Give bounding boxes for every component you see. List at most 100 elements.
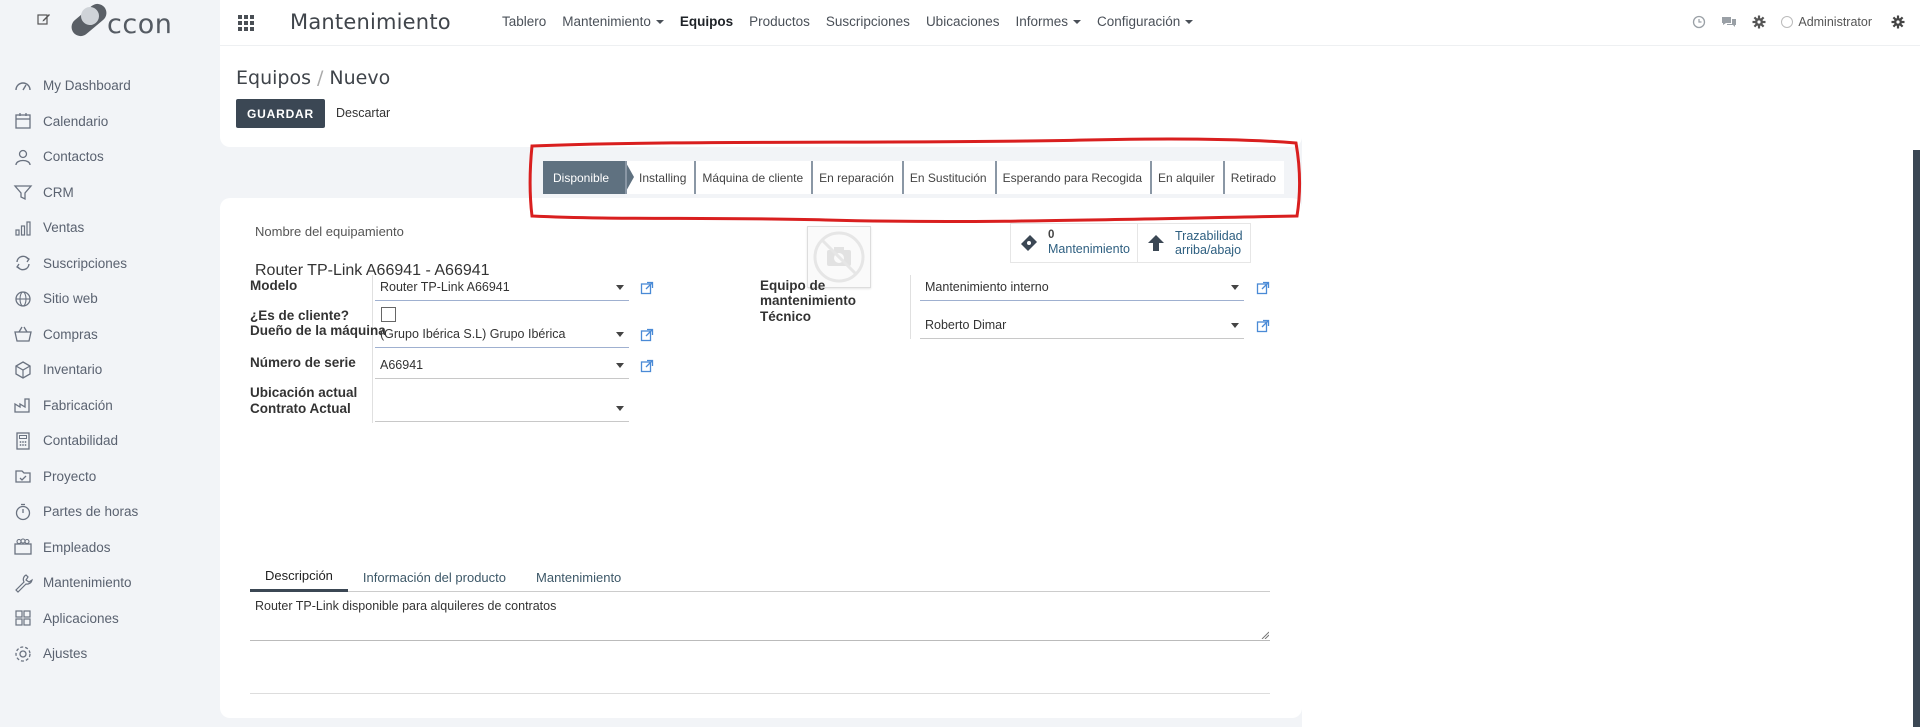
external-link-icon[interactable] [640, 359, 654, 373]
app-title[interactable]: Mantenimiento [290, 10, 451, 34]
sidebar-item-label: Contactos [43, 149, 104, 165]
sidebar-item-sitio-web[interactable]: Sitio web [0, 281, 220, 317]
menu-item-productos[interactable]: Productos [749, 14, 810, 29]
external-link-icon[interactable] [640, 281, 654, 295]
stage-retirado[interactable]: Retirado [1222, 161, 1284, 194]
chat-messages-icon[interactable] [1721, 14, 1737, 30]
external-link-icon[interactable] [1256, 281, 1270, 295]
edit-icon[interactable] [37, 12, 51, 26]
stage-en-alquiler[interactable]: En alquiler [1150, 161, 1223, 194]
stage-installing[interactable]: Installing [625, 161, 694, 194]
stage-en-reparacion[interactable]: En reparación [811, 161, 902, 194]
external-link-icon[interactable] [1256, 319, 1270, 333]
sidebar-item-proyecto[interactable]: Proyecto [0, 459, 220, 495]
status-bar: Disponible Installing Máquina de cliente… [543, 161, 1285, 194]
ticket-icon [1021, 235, 1037, 251]
sidebar-item-label: Sitio web [43, 291, 98, 307]
menu-item-configuracion[interactable]: Configuración [1097, 14, 1194, 29]
tecnico-value: Roberto Dimar [925, 317, 1007, 332]
debug-gear-icon[interactable] [1890, 14, 1906, 30]
website-globe-icon [15, 291, 31, 307]
stage-en-sustitucion[interactable]: En Sustitución [901, 161, 995, 194]
modelo-value: Router TP-Link A66941 [380, 279, 510, 294]
sidebar-item-contabilidad[interactable]: Contabilidad [0, 423, 220, 459]
maintenance-count-button[interactable]: 0 Mantenimiento [1011, 224, 1137, 262]
menu-item-tablero[interactable]: Tablero [502, 14, 546, 29]
top-menu: Tablero Mantenimiento Equipos Productos … [502, 14, 1209, 29]
traceability-button[interactable]: Trazabilidad arriba/abajo [1137, 224, 1250, 262]
chevron-down-icon [616, 332, 624, 337]
sidebar-item-calendario[interactable]: Calendario [0, 104, 220, 140]
equipo-mantenimiento-select[interactable]: Mantenimiento interno [920, 273, 1244, 301]
menu-item-equipos[interactable]: Equipos [680, 14, 733, 29]
external-link-icon[interactable] [640, 328, 654, 342]
sidebar-item-fabricacion[interactable]: Fabricación [0, 388, 220, 424]
menu-item-suscripciones[interactable]: Suscripciones [826, 14, 910, 29]
serie-select[interactable]: A66941 [375, 351, 629, 379]
tecnico-label: Técnico [760, 309, 812, 324]
clock-activity-icon[interactable] [1691, 14, 1707, 30]
menu-item-mantenimiento[interactable]: Mantenimiento [562, 14, 664, 29]
menu-item-ubicaciones[interactable]: Ubicaciones [926, 14, 1000, 29]
smart-buttons: 0 Mantenimiento Trazabilidad arriba/abajo [1010, 223, 1251, 263]
sidebar-item-label: Aplicaciones [43, 610, 119, 626]
resize-handle-icon[interactable] [1261, 631, 1269, 639]
sidebar-item-label: Calendario [43, 113, 109, 129]
sidebar-item-compras[interactable]: Compras [0, 317, 220, 353]
tab-informacion-producto[interactable]: Información del producto [348, 562, 521, 592]
stage-esperando-recogida[interactable]: Esperando para Recogida [994, 161, 1150, 194]
tab-mantenimiento[interactable]: Mantenimiento [521, 562, 636, 592]
stage-maquina-de-cliente[interactable]: Máquina de cliente [694, 161, 811, 194]
sidebar-item-suscripciones[interactable]: Suscripciones [0, 246, 220, 282]
form-sheet: Nombre del equipamiento Router TP-Link A… [220, 198, 1302, 718]
notebook-tabs: Descripción Información del producto Man… [250, 562, 1270, 592]
gear-icon[interactable] [1751, 14, 1767, 30]
sidebar-item-label: Proyecto [43, 468, 97, 484]
traceability-label-line1: Trazabilidad [1175, 228, 1243, 243]
calendar-icon [15, 113, 31, 129]
crm-funnel-icon [13, 185, 33, 201]
settings-gear-icon [15, 646, 31, 662]
stage-disponible[interactable]: Disponible [543, 161, 635, 194]
sidebar-item-ventas[interactable]: Ventas [0, 210, 220, 246]
avatar [1781, 16, 1794, 28]
sidebar-item-label: Ajustes [43, 646, 88, 662]
sidebar-item-inventario[interactable]: Inventario [0, 352, 220, 388]
sidebar-item-label: Suscripciones [43, 255, 128, 271]
tab-descripcion[interactable]: Descripción [250, 562, 348, 592]
sales-chart-icon [15, 221, 31, 236]
chevron-down-icon [1073, 20, 1082, 25]
breadcrumb-parent[interactable]: Equipos [236, 67, 311, 89]
traceability-label-line2: arriba/abajo [1175, 243, 1242, 257]
user-menu[interactable]: Administrator [1781, 15, 1872, 29]
sidebar-item-empleados[interactable]: Empleados [0, 530, 220, 566]
logo-area: ccon [0, 0, 220, 46]
sidebar-item-label: My Dashboard [43, 78, 131, 94]
sidebar-item-label: CRM [43, 184, 74, 200]
apps-icon [15, 610, 31, 626]
sidebar-item-partes-de-horas[interactable]: Partes de horas [0, 494, 220, 530]
modelo-select[interactable]: Router TP-Link A66941 [375, 273, 629, 301]
company-logo[interactable]: ccon [67, 0, 179, 40]
sidebar-item-aplicaciones[interactable]: Aplicaciones [0, 601, 220, 637]
menu-item-informes[interactable]: Informes [1015, 14, 1082, 29]
save-button[interactable]: GUARDAR [236, 99, 325, 128]
purchase-basket-icon [14, 326, 32, 342]
sidebar-item-label: Compras [43, 326, 98, 342]
discard-button[interactable]: Descartar [336, 106, 390, 120]
scrollbar[interactable] [1913, 150, 1920, 727]
dueno-select[interactable]: (Grupo Ibérica S.L) Grupo Ibérica [375, 320, 629, 348]
description-textarea[interactable]: Router TP-Link disponible para alquilere… [250, 593, 1270, 641]
tecnico-select[interactable]: Roberto Dimar [920, 311, 1244, 339]
sidebar-item-dashboard[interactable]: My Dashboard [0, 68, 220, 104]
sidebar-item-mantenimiento[interactable]: Mantenimiento [0, 565, 220, 601]
equipment-name-label: Nombre del equipamiento [255, 224, 404, 239]
contrato-select[interactable] [375, 394, 629, 422]
sidebar-item-crm[interactable]: CRM [0, 175, 220, 211]
sidebar-item-label: Empleados [43, 539, 111, 555]
no-camera-icon [813, 231, 865, 283]
sidebar-item-ajustes[interactable]: Ajustes [0, 636, 220, 672]
breadcrumb: Equipos / Nuevo [236, 67, 390, 89]
app-switcher-grid-icon[interactable] [238, 15, 254, 31]
sidebar-item-contactos[interactable]: Contactos [0, 139, 220, 175]
